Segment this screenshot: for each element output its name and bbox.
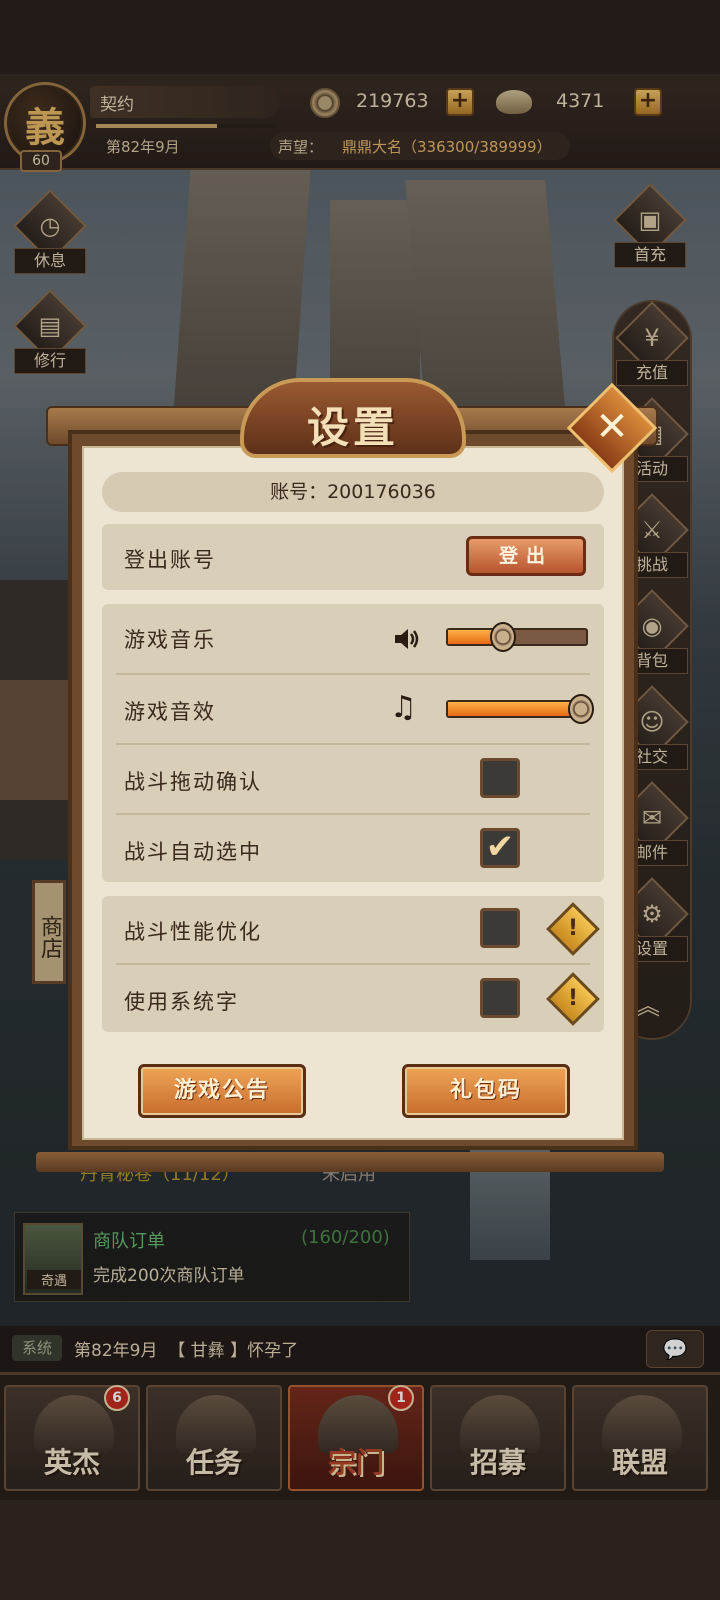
perf-warning-icon[interactable]: ! xyxy=(546,902,600,956)
gift-code-button[interactable]: 礼包码 xyxy=(402,1064,570,1118)
perf-checkbox[interactable] xyxy=(480,908,520,948)
sysfont-label: 使用系统字 xyxy=(124,990,239,1014)
settings-title: 设置 xyxy=(306,403,399,452)
dialog-scroll-bottom xyxy=(36,1152,664,1172)
logout-button[interactable]: 登出 xyxy=(466,536,586,576)
sfx-label: 游戏音效 xyxy=(124,700,216,724)
check-icon: ✔ xyxy=(485,827,515,867)
sfx-volume-knob[interactable] xyxy=(568,694,594,724)
battle-auto-checkbox[interactable]: ✔ xyxy=(480,827,520,868)
music-note-icon: ♫ xyxy=(390,690,417,725)
audio-battle-section: 游戏音乐 游戏音效 ♫ 战斗拖动确认 战斗自动选中 ✔ xyxy=(102,604,604,882)
music-label: 游戏音乐 xyxy=(124,628,216,652)
speaker-icon xyxy=(395,629,419,649)
divider xyxy=(116,743,590,745)
account-id: 账号：200176036 xyxy=(102,472,604,512)
divider xyxy=(116,813,590,815)
close-icon: ✕ xyxy=(595,404,629,450)
battle-drag-label: 战斗拖动确认 xyxy=(124,770,262,794)
sfx-volume-slider[interactable] xyxy=(446,694,594,724)
music-volume-slider[interactable] xyxy=(446,622,588,652)
warning-icon: ! xyxy=(567,916,579,941)
sysfont-checkbox[interactable] xyxy=(480,978,520,1018)
warning-icon: ! xyxy=(567,986,579,1011)
battle-auto-label: 战斗自动选中 xyxy=(124,840,262,864)
sysfont-warning-icon[interactable]: ! xyxy=(546,972,600,1026)
screen-bottom-edge xyxy=(0,1500,720,1600)
performance-section: 战斗性能优化 ! 使用系统字 ! xyxy=(102,896,604,1032)
music-volume-knob[interactable] xyxy=(490,622,517,652)
game-notice-button[interactable]: 游戏公告 xyxy=(138,1064,306,1118)
divider xyxy=(116,673,590,675)
logout-section: 登出账号 登出 xyxy=(102,524,604,590)
logout-row-label: 登出账号 xyxy=(124,548,216,572)
battle-drag-checkbox[interactable] xyxy=(480,758,520,798)
perf-label: 战斗性能优化 xyxy=(124,920,262,944)
settings-title-plaque: 设置 xyxy=(240,378,466,458)
sfx-volume-fill xyxy=(448,702,586,716)
divider xyxy=(116,963,590,965)
